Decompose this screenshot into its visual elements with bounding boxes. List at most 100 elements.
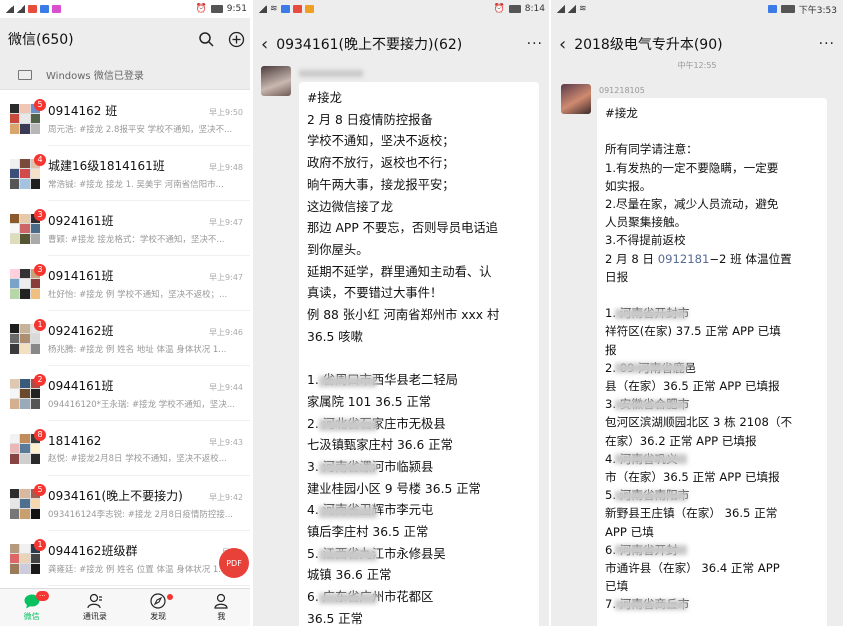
message-line: 七汲镇甄家庄村 36.6 正常 — [307, 438, 453, 453]
chat-list-item[interactable]: 10944162班级群早上9龚雍廷: #接龙 例 姓名 位置 体温 身体状况 1… — [0, 531, 253, 586]
message-line: 延期不延学，群里通知主动看、认 — [307, 264, 492, 279]
chat-item-body: 0914162 班 早上9:50 周元浩: #接龙 2.8报平安 学校不通知，坚决不… — [48, 102, 253, 135]
chat-list-item[interactable]: 8 1814162 早上9:43 赵悦: #接龙2月8日 学校不通知，坚决不返校... — [0, 421, 253, 476]
tab-badge: ··· — [36, 591, 49, 601]
battery-icon — [508, 5, 521, 13]
chat-list-item[interactable]: 3 0914161班 早上9:47 杜好怡: #接龙 例 学校不通知，坚决不返校；..… — [0, 256, 253, 311]
message-line: 市通许县（在家） 36.4 正常 APP — [605, 561, 780, 576]
back-arrow-icon[interactable]: ‹ — [559, 34, 566, 55]
message-line: 学校不通知，坚决不返校； — [307, 134, 455, 149]
chat-name: 城建16级1814161班 — [48, 159, 165, 173]
chat-item-top-row: 城建16级1814161班 早上9:48 — [48, 157, 253, 174]
chat-time: 早上9:44 — [209, 383, 243, 392]
chat-item-top-row: 1814162 早上9:43 — [48, 434, 253, 448]
message-line: 这边微信接了龙 — [307, 199, 394, 214]
tab-contacts[interactable]: 通讯录 — [63, 589, 126, 626]
chat-list-item[interactable]: 5 0934161(晚上不要接力) 早上9:42 093416124李志锐: #接龙 … — [0, 476, 253, 531]
group-avatar: 3 — [10, 263, 46, 299]
message-line: 新野县王庄镇（在家） 36.5 正常 — [605, 506, 778, 521]
alarm-icon: ⏰ — [195, 4, 207, 14]
tab-label: 微信 — [23, 612, 40, 621]
pdf-floating-button[interactable]: PDF — [219, 548, 249, 578]
chat-name: 0914162 班 — [48, 104, 118, 118]
wifi-icon: ≋ — [270, 4, 278, 14]
app-notification-icon-2 — [40, 5, 49, 13]
compass-icon — [150, 593, 166, 609]
back-arrow-icon[interactable]: ‹ — [261, 34, 268, 55]
chat-name: 1814162 — [48, 433, 102, 448]
chat-preview: 曹颖: #接龙 接龙格式：学校不通知，坚决不... — [48, 235, 225, 245]
add-icon[interactable] — [227, 30, 245, 48]
bottom-tab-bar: ··· 微信 通讯录 发现 我 — [0, 588, 253, 626]
redacted-name — [319, 418, 377, 431]
message-bubble[interactable]: #接龙 2 月 8 日疫情防控报备 学校不通知，坚决不返校； 政府不放行，返校也不行；… — [299, 82, 539, 626]
more-options-icon[interactable]: ··· — [527, 36, 543, 52]
monitor-icon — [18, 69, 32, 80]
message-line: 2 月 8 日 0912181−2 班 体温位置 — [605, 251, 792, 266]
chat-time: 早上9:43 — [209, 437, 243, 447]
chat-item-top-row: 0914162 班 早上9:50 — [48, 102, 253, 119]
sender-avatar[interactable] — [261, 66, 291, 96]
windows-login-banner[interactable]: Windows 微信已登录 — [0, 60, 253, 90]
signal-icon — [6, 5, 14, 13]
group-avatar: 3 — [10, 208, 46, 244]
battery-icon — [210, 5, 223, 13]
message-line: 36.5 正常 — [307, 611, 363, 626]
message-line: 家属院 101 36.5 正常 — [307, 394, 432, 409]
chat-time: 早上9:47 — [209, 273, 243, 282]
message-timestamp: 中午12:55 — [677, 61, 717, 70]
contacts-icon — [87, 593, 103, 609]
chat-list-item[interactable]: 4 城建16级1814161班 早上9:48 常浩铖: #接龙 接龙 1. 吴美宇 河… — [0, 146, 253, 201]
chat-name: 0924162班 — [48, 324, 114, 338]
message-line: 3.不得提前返校 — [605, 233, 686, 248]
chat-list-item[interactable]: 2 0944161班 早上9:44 094416120*王永瑞: #接龙 学校不通知，… — [0, 366, 253, 421]
message-line: 包河区滨湖顺园北区 3 栋 2108（不 — [605, 415, 793, 430]
chat-item-top-row: 0924161班 早上9:47 — [48, 212, 253, 229]
tab-me[interactable]: 我 — [190, 589, 253, 626]
tab-label: 我 — [217, 612, 226, 621]
chat-item-body: 0944161班 早上9:44 094416120*王永瑞: #接龙 学校不通知，坚… — [48, 377, 253, 410]
class-code-link[interactable]: 0912181 — [658, 252, 710, 266]
app-notification-icon — [767, 5, 777, 13]
unread-badge: 3 — [34, 263, 46, 276]
sender-avatar[interactable] — [561, 84, 591, 114]
redacted-name — [615, 545, 687, 556]
chat-name: 0914161班 — [48, 269, 114, 283]
message-line: 如实报。 — [605, 178, 652, 193]
group-chat-screen-0934161: ≋ ⏰ 8:14 ‹ 0934161(晚上不要接力)(62) ··· #接龙 2 … — [253, 0, 551, 626]
app-notification-icon-2 — [292, 5, 302, 13]
redacted-name — [319, 592, 377, 605]
message-line: 政府不放行，返校也不行； — [307, 156, 455, 171]
message-line: 城镇 36.6 正常 — [307, 568, 392, 583]
redacted-name — [319, 375, 377, 388]
message-line: 县（在家）36.5 正常 APP 已填报 — [605, 379, 780, 394]
status-time: 9:51 — [226, 4, 247, 14]
message-line: 36.5 咳嗽 — [307, 329, 363, 344]
tab-discover[interactable]: 发现 — [127, 589, 190, 626]
chat-list-item[interactable]: 5 0914162 班 早上9:50 周元浩: #接龙 2.8报平安 学校不通知，坚决… — [0, 91, 253, 146]
tab-chats[interactable]: ··· 微信 — [0, 589, 63, 626]
signal-icon — [557, 5, 565, 13]
unread-badge: 1 — [34, 318, 46, 331]
message-line: 已填 — [605, 579, 629, 594]
unread-badge: 5 — [34, 483, 46, 496]
redacted-name — [615, 599, 687, 610]
message-line: 报 — [605, 342, 617, 357]
chat-list-item[interactable]: 3 0924161班 早上9:47 曹颖: #接龙 接龙格式：学校不通知，坚决不... — [0, 201, 253, 256]
message-line: 建业桂园小区 9 号楼 36.5 正常 — [307, 481, 481, 496]
redacted-name — [319, 505, 377, 518]
group-avatar: 2 — [10, 373, 46, 409]
chat-item-top-row: 0934161(晚上不要接力) 早上9:42 — [48, 487, 253, 504]
message-bubble[interactable]: #接龙 所有同学请注意： 1.有发热的一定不要隐瞒，一定要 如实报。 2.尽量在家，减少… — [597, 98, 827, 626]
message-line: 2 月 8 日疫情防控报备 — [307, 112, 433, 127]
chat-preview: 赵悦: #接龙2月8日 学校不通知，坚决不返校... — [48, 453, 227, 464]
more-options-icon[interactable]: ··· — [819, 36, 835, 52]
chat-name: 0924161班 — [48, 214, 114, 228]
search-icon[interactable] — [197, 30, 215, 48]
chat-preview: 周元浩: #接龙 2.8报平安 学校不通知，坚决不... — [48, 125, 233, 135]
chat-item-body: 1814162 早上9:43 赵悦: #接龙2月8日 学校不通知，坚决不返校... — [48, 434, 253, 464]
unread-badge: 8 — [34, 428, 46, 441]
chat-list-item[interactable]: 1 0924162班 早上9:46 杨兆腾: #接龙 例 姓名 地址 体温 身体状况 … — [0, 311, 253, 366]
app-notification-icon — [28, 5, 37, 13]
chat-preview: 093416124李志锐: #接龙 2月8日疫情防控接... — [48, 510, 233, 520]
